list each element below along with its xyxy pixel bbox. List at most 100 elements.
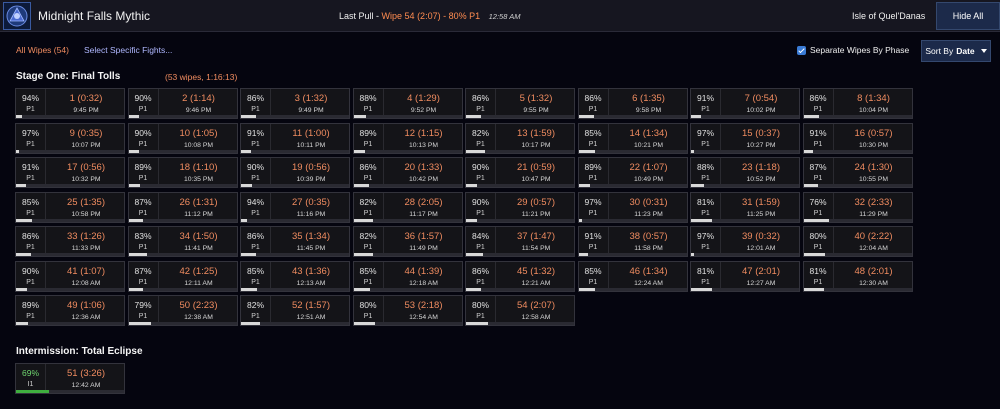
progress-fill <box>353 149 366 153</box>
sort-by-dropdown[interactable]: Sort By Date <box>921 40 991 62</box>
select-specific-fights-link[interactable]: Select Specific Fights... <box>84 45 172 55</box>
all-wipes-link[interactable]: All Wipes (54) <box>16 45 69 55</box>
progress-track <box>691 115 799 118</box>
fight-phase: P1 <box>813 140 823 148</box>
fight-card[interactable]: 97% P1 30 (0:31) 11:23 PM <box>577 191 688 223</box>
fight-card[interactable]: 91% P1 17 (0:56) 10:32 PM <box>15 157 125 188</box>
separate-wipes-checkbox[interactable] <box>797 45 806 55</box>
fight-card[interactable]: 82% P1 36 (1:57) 11:49 PM <box>352 226 463 257</box>
fight-card[interactable]: 91% P1 38 (0:57) 11:58 PM <box>577 226 688 257</box>
fight-card[interactable]: 80% P1 53 (2:18) 12:54 AM <box>352 295 463 326</box>
fight-pull: 8 (1:34) <box>857 93 890 104</box>
fight-card[interactable]: 84% P1 37 (1:47) 11:54 PM <box>465 226 575 257</box>
fight-card[interactable]: 80% P1 54 (2:07) 12:58 AM <box>465 295 575 326</box>
fight-card[interactable]: 86% P1 20 (1:33) 10:42 PM <box>352 157 463 188</box>
fight-card[interactable]: 79% P1 50 (2:23) 12:38 AM <box>127 295 238 326</box>
fight-card[interactable]: 91% P1 16 (0:57) 10:30 PM <box>802 122 913 154</box>
fight-card[interactable]: 90% P1 21 (0:59) 10:47 PM <box>465 157 575 188</box>
separate-wipes-toggle[interactable]: Separate Wipes By Phase <box>797 45 909 55</box>
fight-card[interactable]: 85% P1 44 (1:39) 12:18 AM <box>352 260 463 292</box>
fight-card[interactable]: 86% P1 8 (1:34) 10:04 PM <box>802 88 913 119</box>
progress-fill <box>16 253 32 256</box>
last-pull-label: Last Pull - <box>339 11 380 21</box>
fight-card[interactable]: 89% P1 12 (1:15) 10:13 PM <box>352 122 463 154</box>
fight-percent: 79% <box>134 300 152 310</box>
fight-card[interactable]: 85% P1 25 (1:35) 10:58 PM <box>15 191 125 223</box>
fight-card[interactable]: 86% P1 5 (1:32) 9:55 PM <box>465 88 575 119</box>
fight-card[interactable]: 97% P1 15 (0:37) 10:27 PM <box>690 122 800 154</box>
fight-card[interactable]: 86% P1 33 (1:26) 11:33 PM <box>15 226 125 257</box>
fight-card[interactable]: 85% P1 14 (1:34) 10:21 PM <box>577 122 688 154</box>
fight-percent: 91% <box>246 127 264 138</box>
progress-fill <box>803 253 826 256</box>
fight-card[interactable]: 69% I1 51 (3:26) 12:42 AM <box>15 363 125 394</box>
progress-fill <box>578 253 589 256</box>
fight-card[interactable]: 88% P1 23 (1:18) 10:52 PM <box>690 157 800 188</box>
fight-time: 9:55 PM <box>523 107 549 114</box>
fight-card[interactable]: 82% P1 28 (2:05) 11:17 PM <box>352 191 463 223</box>
fight-card[interactable]: 90% P1 41 (1:07) 12:08 AM <box>15 260 125 292</box>
fight-card[interactable]: 94% P1 27 (0:35) 11:16 PM <box>240 191 350 223</box>
fight-card[interactable]: 89% P1 49 (1:06) 12:36 AM <box>15 295 125 326</box>
fight-percent: 84% <box>471 231 489 241</box>
fight-phase: P1 <box>476 106 485 113</box>
progress-track <box>466 218 574 222</box>
fight-pull: 19 (0:56) <box>291 162 331 173</box>
fight-percent: 89% <box>134 162 152 172</box>
last-pull-summary: Last Pull - Wipe 54 (2:07) - 80% P1 12:5… <box>339 11 520 21</box>
fight-percent-box: 79% P1 <box>129 296 159 325</box>
fight-card[interactable]: 76% P1 32 (2:33) 11:29 PM <box>802 191 913 223</box>
fight-time: 11:25 PM <box>746 210 776 218</box>
fight-phase: I1 <box>27 381 34 388</box>
fight-card[interactable]: 87% P1 24 (1:30) 10:55 PM <box>802 157 913 188</box>
fight-card[interactable]: 85% P1 43 (1:36) 12:13 AM <box>240 260 350 292</box>
fight-card[interactable]: 86% P1 35 (1:34) 11:45 PM <box>240 226 350 257</box>
fight-card[interactable]: 91% P1 11 (1:00) 10:11 PM <box>240 122 350 154</box>
fight-card[interactable]: 86% P1 6 (1:35) 9:58 PM <box>577 88 688 119</box>
fight-time: 12:11 AM <box>184 279 213 287</box>
fight-card[interactable]: 90% P1 29 (0:57) 11:21 PM <box>465 191 575 223</box>
fight-pull: 42 (1:25) <box>179 265 218 277</box>
fight-phase: P1 <box>588 175 598 182</box>
encounter-title[interactable]: Midnight Falls Mythic <box>38 9 150 23</box>
fight-card[interactable]: 86% P1 45 (1:32) 12:21 AM <box>465 260 575 292</box>
fight-card[interactable]: 82% P1 52 (1:57) 12:51 AM <box>240 295 350 326</box>
fight-card[interactable]: 91% P1 7 (0:54) 10:02 PM <box>690 88 800 119</box>
fight-time: 10:32 PM <box>71 176 101 183</box>
fight-card[interactable]: 90% P1 10 (1:05) 10:08 PM <box>127 122 238 154</box>
fight-time: 10:07 PM <box>71 141 101 149</box>
fight-card[interactable]: 94% P1 1 (0:32) 9:45 PM <box>15 88 125 119</box>
progress-track <box>691 287 799 291</box>
fight-percent-box: 81% P1 <box>691 261 721 291</box>
hide-all-button[interactable]: Hide All <box>936 2 1000 30</box>
fight-pull: 3 (1:32) <box>294 93 328 104</box>
fight-card[interactable]: 87% P1 26 (1:31) 11:12 PM <box>127 191 238 223</box>
last-pull-time: 12:58 AM <box>488 12 521 21</box>
fight-card[interactable]: 85% P1 46 (1:34) 12:24 AM <box>577 260 688 292</box>
fight-card[interactable]: 81% P1 31 (1:59) 11:25 PM <box>690 191 800 223</box>
fight-percent: 69% <box>21 368 39 378</box>
fight-card[interactable]: 81% P1 47 (2:01) 12:27 AM <box>690 260 800 292</box>
fight-card[interactable]: 89% P1 18 (1:10) 10:35 PM <box>127 157 238 188</box>
fight-card[interactable]: 82% P1 13 (1:59) 10:17 PM <box>465 122 575 154</box>
fight-card[interactable]: 87% P1 42 (1:25) 12:11 AM <box>127 260 238 292</box>
fight-time: 10:27 PM <box>746 141 776 149</box>
fight-card[interactable]: 86% P1 3 (1:32) 9:49 PM <box>240 88 350 119</box>
fight-card[interactable]: 88% P1 4 (1:29) 9:52 PM <box>352 88 463 119</box>
fight-card[interactable]: 97% P1 9 (0:35) 10:07 PM <box>15 122 125 154</box>
progress-fill <box>16 390 50 393</box>
fight-card[interactable]: 89% P1 22 (1:07) 10:49 PM <box>577 157 688 188</box>
fight-time: 11:33 PM <box>71 245 101 252</box>
fight-card[interactable]: 83% P1 34 (1:50) 11:41 PM <box>127 226 238 257</box>
fight-time: 11:49 PM <box>409 245 438 252</box>
section-title: Intermission: Total Eclipse <box>16 346 143 357</box>
fight-card[interactable]: 80% P1 40 (2:22) 12:04 AM <box>802 226 913 257</box>
fight-card[interactable]: 81% P1 48 (2:01) 12:30 AM <box>802 260 913 292</box>
fight-card[interactable]: 90% P1 2 (1:14) 9:46 PM <box>127 88 238 119</box>
fight-percent-box: 82% P1 <box>354 192 384 222</box>
fight-card[interactable]: 90% P1 19 (0:56) 10:39 PM <box>240 157 350 188</box>
fight-percent: 91% <box>21 162 39 172</box>
fight-card[interactable]: 97% P1 39 (0:32) 12:01 AM <box>690 226 800 257</box>
fight-phase: P1 <box>138 106 148 113</box>
fight-pull: 54 (2:07) <box>516 300 556 311</box>
